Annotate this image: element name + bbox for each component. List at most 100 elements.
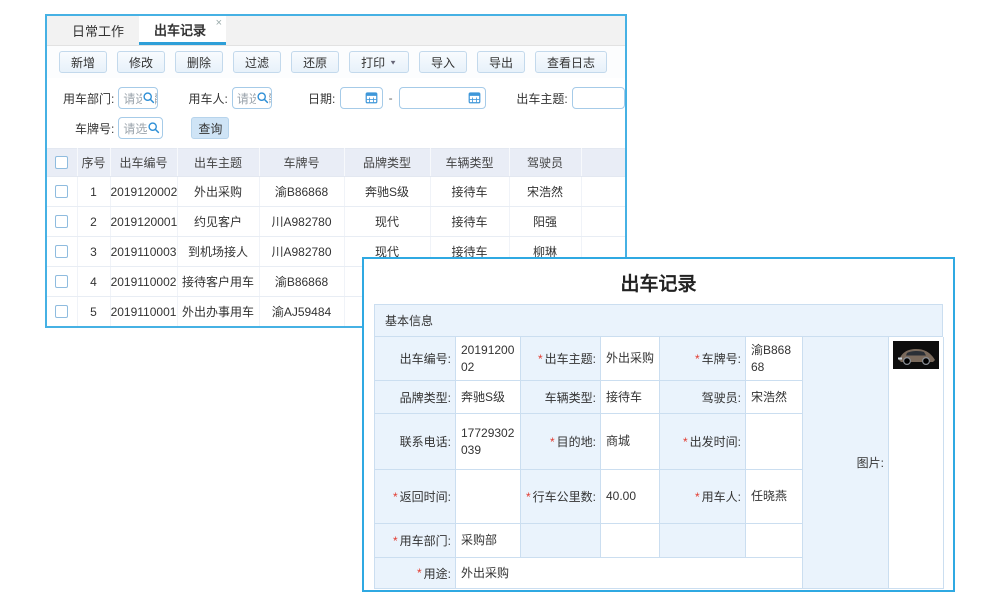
cell-dispatch-no[interactable]: 2019120001 [110,207,177,237]
car-image[interactable] [893,341,939,369]
col-vehicle-type: 车辆类型 [430,149,509,177]
cell-seq: 1 [77,177,110,207]
edit-button[interactable]: 修改 [117,51,165,73]
cell-plate[interactable]: 川A982780 [259,207,344,237]
search-icon [142,91,155,107]
table-row: 1 2019120002 外出采购 渝B86868 奔驰S级 接待车 宋浩然 [47,177,625,207]
col-plate: 车牌号 [259,149,344,177]
field-label-mileage: *行车公里数: [521,470,601,524]
cell-vehicle-type: 接待车 [430,177,509,207]
tab-dispatch-records-label: 出车记录 [154,20,206,39]
cell-subject[interactable]: 外出办事用车 [177,297,259,327]
field-value-subject: 外出采购 [601,337,660,381]
field-label-subject: *出车主题: [521,337,601,381]
cell-dispatch-no[interactable]: 2019110001 [110,297,177,327]
field-label-brand: 品牌类型: [375,381,456,414]
field-label-empty [521,524,601,558]
cell-plate[interactable]: 渝B86868 [259,267,344,297]
field-value-return-time [456,470,521,524]
tab-daily-work[interactable]: 日常工作 [57,16,139,45]
cell-dispatch-no[interactable]: 2019110002 [110,267,177,297]
field-value-dispatch-no: 2019120002 [456,337,521,381]
field-label-empty [660,524,746,558]
field-value-destination: 商城 [601,414,660,470]
row-checkbox[interactable] [55,275,68,288]
cell-driver[interactable]: 宋浩然 [509,177,581,207]
field-label-car-user: *用车人: [660,470,746,524]
cell-seq: 2 [77,207,110,237]
cell-subject[interactable]: 外出采购 [177,177,259,207]
field-value-brand: 奔驰S级 [456,381,521,414]
add-button[interactable]: 新增 [59,51,107,73]
user-filter-label: 用车人: [188,90,227,107]
row-checkbox[interactable] [55,215,68,228]
dialog-title: 出车记录 [374,259,943,304]
field-value-vehicle-type: 接待车 [601,381,660,414]
row-checkbox[interactable] [55,305,68,318]
filter-row-2: 车牌号: 请选择 查询 [47,116,625,140]
field-label-dispatch-no: 出车编号: [375,337,456,381]
tab-daily-work-label: 日常工作 [72,21,124,40]
tab-bar: 日常工作 出车记录 × [47,16,625,46]
field-label-picture: 图片: [803,337,889,589]
subject-filter-input[interactable] [572,87,625,109]
cell-plate[interactable]: 川A982780 [259,237,344,267]
table-header-row: 序号 出车编号 出车主题 车牌号 品牌类型 车辆类型 驾驶员 [47,149,625,177]
tab-close-icon[interactable]: × [216,17,222,29]
field-value-department: 采购部 [456,524,521,558]
delete-button[interactable]: 删除 [175,51,223,73]
calendar-icon [365,91,378,107]
tab-dispatch-records[interactable]: 出车记录 × [139,16,226,45]
row-checkbox[interactable] [55,245,68,258]
field-label-department: *用车部门: [375,524,456,558]
export-button[interactable]: 导出 [477,51,525,73]
search-icon [256,91,269,107]
cell-dispatch-no[interactable]: 2019120002 [110,177,177,207]
row-checkbox[interactable] [55,185,68,198]
import-button[interactable]: 导入 [419,51,467,73]
col-subject: 出车主题 [177,149,259,177]
cell-dispatch-no[interactable]: 2019110003 [110,237,177,267]
select-all-checkbox[interactable] [55,156,68,169]
date-from-input[interactable] [340,87,382,109]
field-label-destination: *目的地: [521,414,601,470]
cell-subject[interactable]: 到机场接人 [177,237,259,267]
chevron-down-icon: ▼ [389,58,397,65]
field-label-departure-time: *出发时间: [660,414,746,470]
cell-subject[interactable]: 约见客户 [177,207,259,237]
field-label-return-time: *返回时间: [375,470,456,524]
field-value-car-user: 任晓燕 [746,470,803,524]
user-filter-input[interactable]: 请选择 [232,87,272,109]
restore-button[interactable]: 还原 [291,51,339,73]
field-value-purpose: 外出采购 [456,558,803,589]
cell-plate[interactable]: 渝B86868 [259,177,344,207]
cell-driver[interactable]: 阳强 [509,207,581,237]
dept-filter-input[interactable]: 请选择 [118,87,158,109]
field-value-empty [746,524,803,558]
table-row: 2 2019120001 约见客户 川A982780 现代 接待车 阳强 [47,207,625,237]
cell-subject[interactable]: 接待客户用车 [177,267,259,297]
search-button[interactable]: 查询 [191,117,229,139]
basic-info-form: 出车编号: 2019120002 *出车主题: 外出采购 *车牌号: 渝B868… [374,336,943,589]
field-value-driver: 宋浩然 [746,381,803,414]
cell-plate[interactable]: 渝AJ59484 [259,297,344,327]
filter-panel: 用车部门: 请选择 用车人: 请选择 日期: - 出车主题: 车牌号: [47,78,625,148]
plate-filter-label: 车牌号: [75,120,114,137]
toolbar: 新增 修改 删除 过滤 还原 打印 ▼ 导入 导出 查看日志 [47,46,625,78]
cell-brand: 现代 [344,207,430,237]
field-label-phone: 联系电话: [375,414,456,470]
header-checkbox-cell [47,149,77,177]
basic-info-section-header: 基本信息 [374,304,943,337]
field-value-phone: 17729302039 [456,414,521,470]
filter-row-1: 用车部门: 请选择 用车人: 请选择 日期: - 出车主题: [47,86,625,110]
cell-seq: 4 [77,267,110,297]
cell-brand: 奔驰S级 [344,177,430,207]
date-to-input[interactable] [399,87,487,109]
print-button[interactable]: 打印 ▼ [349,51,409,73]
field-label-driver: 驾驶员: [660,381,746,414]
plate-filter-input[interactable]: 请选择 [118,117,163,139]
view-log-button[interactable]: 查看日志 [535,51,607,73]
filter-button[interactable]: 过滤 [233,51,281,73]
col-driver: 驾驶员 [509,149,581,177]
field-label-vehicle-type: 车辆类型: [521,381,601,414]
